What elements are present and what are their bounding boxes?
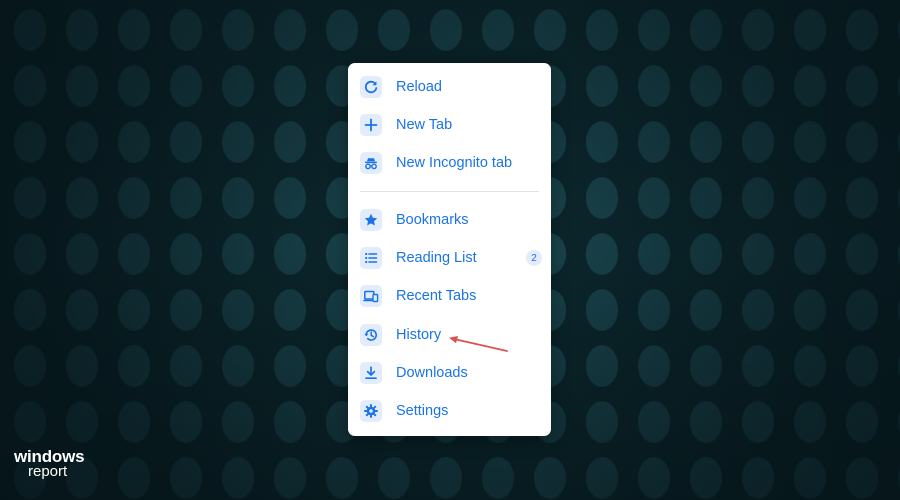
menu-item-label: Reload	[396, 79, 442, 95]
menu-item-label: Settings	[396, 403, 449, 419]
list-icon	[360, 247, 382, 269]
menu-item-recent-tabs[interactable]: Recent Tabs	[360, 281, 540, 311]
menu-item-label: Recent Tabs	[396, 288, 477, 304]
star-icon	[360, 209, 382, 231]
reload-icon	[360, 76, 382, 98]
menu-item-bookmarks[interactable]: Bookmarks	[360, 205, 540, 235]
menu-item-label: Bookmarks	[396, 212, 469, 228]
gear-icon	[360, 400, 382, 422]
history-icon	[360, 324, 382, 346]
watermark-line2: report	[28, 463, 68, 480]
annotation-arrow	[449, 336, 508, 352]
reading-list-count-badge: 2	[526, 250, 542, 266]
devices-icon	[360, 285, 382, 307]
menu-item-label: New Tab	[396, 117, 453, 133]
browser-overflow-menu: Reload New Tab New Incognito tab Bookmar…	[348, 63, 551, 436]
menu-item-settings[interactable]: Settings	[360, 396, 540, 426]
menu-item-reload[interactable]: Reload	[360, 72, 540, 102]
menu-item-new-incognito-tab[interactable]: New Incognito tab	[360, 148, 540, 178]
incognito-icon	[360, 152, 382, 174]
download-icon	[360, 362, 382, 384]
wallpaper-background: Reload New Tab New Incognito tab Bookmar…	[0, 0, 900, 500]
menu-item-label: History	[396, 327, 442, 343]
menu-item-label: Reading List	[396, 250, 477, 266]
menu-divider	[360, 191, 539, 192]
menu-item-downloads[interactable]: Downloads	[360, 358, 540, 388]
menu-item-label: Downloads	[396, 365, 468, 381]
menu-item-new-tab[interactable]: New Tab	[360, 110, 540, 140]
watermark-logo: windows report	[14, 447, 90, 487]
plus-icon	[360, 114, 382, 136]
menu-item-reading-list[interactable]: Reading List 2	[360, 243, 542, 273]
menu-item-label: New Incognito tab	[396, 155, 513, 171]
